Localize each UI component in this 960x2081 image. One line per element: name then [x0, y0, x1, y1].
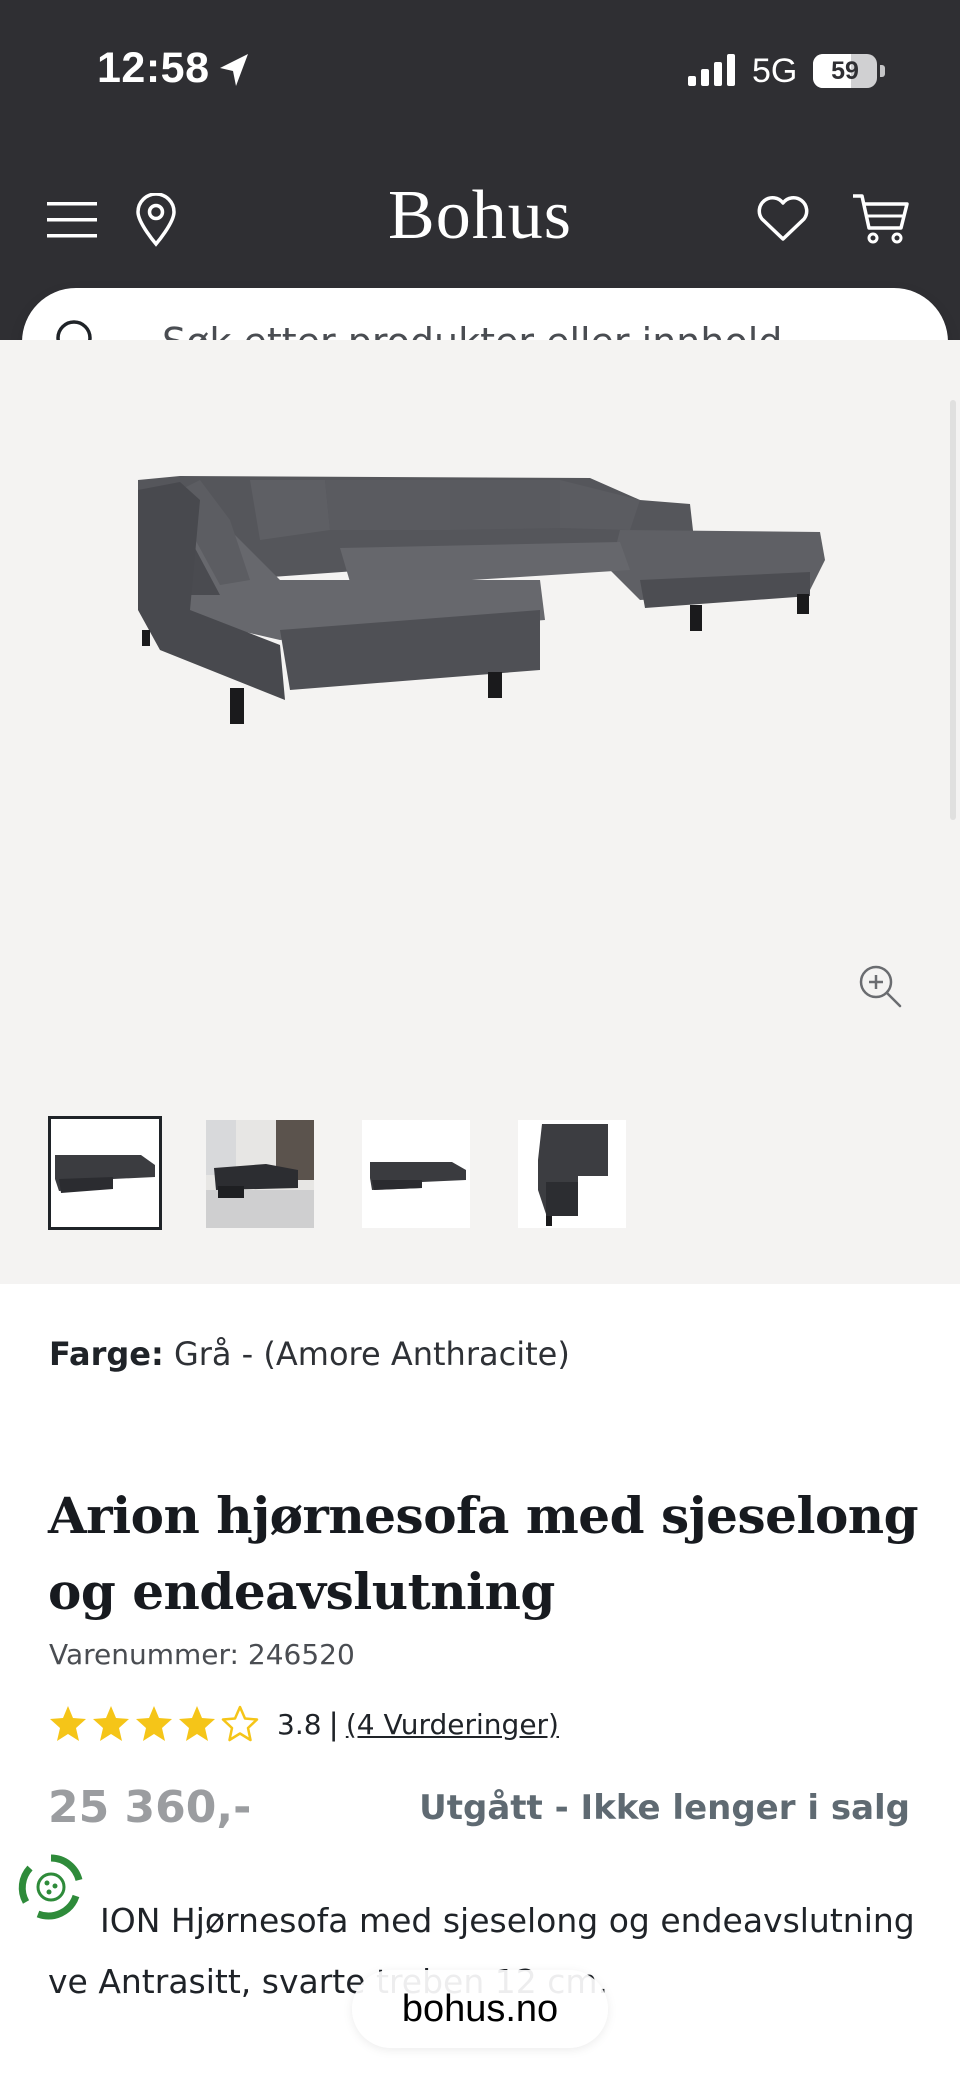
- product-image[interactable]: [120, 460, 840, 780]
- color-selection: Farge: Grå - (Amore Anthracite): [49, 1335, 570, 1373]
- wishlist-button[interactable]: [752, 188, 814, 250]
- signal-icon: [688, 54, 735, 86]
- star-icon: [136, 1706, 172, 1741]
- browser-domain: bohus.no: [401, 1987, 559, 2030]
- star-icon: [179, 1706, 215, 1741]
- rating-value: 3.8: [277, 1707, 322, 1741]
- thumbnail-1[interactable]: [48, 1116, 162, 1230]
- status-bar: 12:58 5G 59: [0, 0, 960, 140]
- availability-status: Utgått - Ikke lenger i salg: [419, 1788, 910, 1828]
- reviews-link[interactable]: (4 Vurderinger): [346, 1708, 559, 1741]
- star-icon: [50, 1706, 86, 1741]
- product-gallery: [0, 340, 960, 1284]
- battery-tip: [880, 65, 885, 77]
- heart-icon: [757, 196, 809, 241]
- product-title: Arion hjørnesofa med sjeselong og endeav…: [48, 1486, 919, 1621]
- color-value: Grå - (Amore Anthracite): [173, 1335, 570, 1373]
- map-pin-icon: [136, 193, 176, 247]
- rating-row: 3.8 | (4 Vurderinger): [48, 1702, 559, 1746]
- cart-icon: [853, 194, 909, 244]
- thumbnail-3[interactable]: [362, 1120, 470, 1228]
- product-sku: Varenummer: 246520: [49, 1638, 355, 1671]
- brand-logo[interactable]: Bohus: [330, 176, 630, 256]
- cart-button[interactable]: [848, 188, 914, 250]
- store-locator-button[interactable]: [128, 190, 184, 250]
- battery-label: 59: [831, 57, 859, 85]
- thumbnail-4[interactable]: [518, 1120, 626, 1228]
- browser-domain-pill[interactable]: bohus.no: [352, 1970, 608, 2048]
- color-label: Farge:: [49, 1335, 164, 1373]
- menu-button[interactable]: [40, 190, 104, 250]
- product-price: 25 360,-: [48, 1782, 252, 1833]
- zoom-in-icon[interactable]: [856, 962, 904, 1010]
- thumbnail-strip: [48, 1116, 648, 1234]
- thumbnail-2[interactable]: [206, 1120, 314, 1228]
- status-time: 12:58: [97, 44, 210, 92]
- menu-icon: [47, 202, 97, 238]
- page: 12:58 5G 59 Bohus Søk etter produkter el…: [0, 0, 960, 2081]
- star-icon: [93, 1706, 129, 1741]
- star-outline-icon: [221, 1705, 259, 1742]
- network-label: 5G: [752, 52, 798, 90]
- battery-icon: 59: [813, 54, 877, 88]
- scroll-indicator: [950, 400, 956, 820]
- rating-separator: |: [329, 1705, 338, 1742]
- location-arrow-icon: [220, 54, 248, 86]
